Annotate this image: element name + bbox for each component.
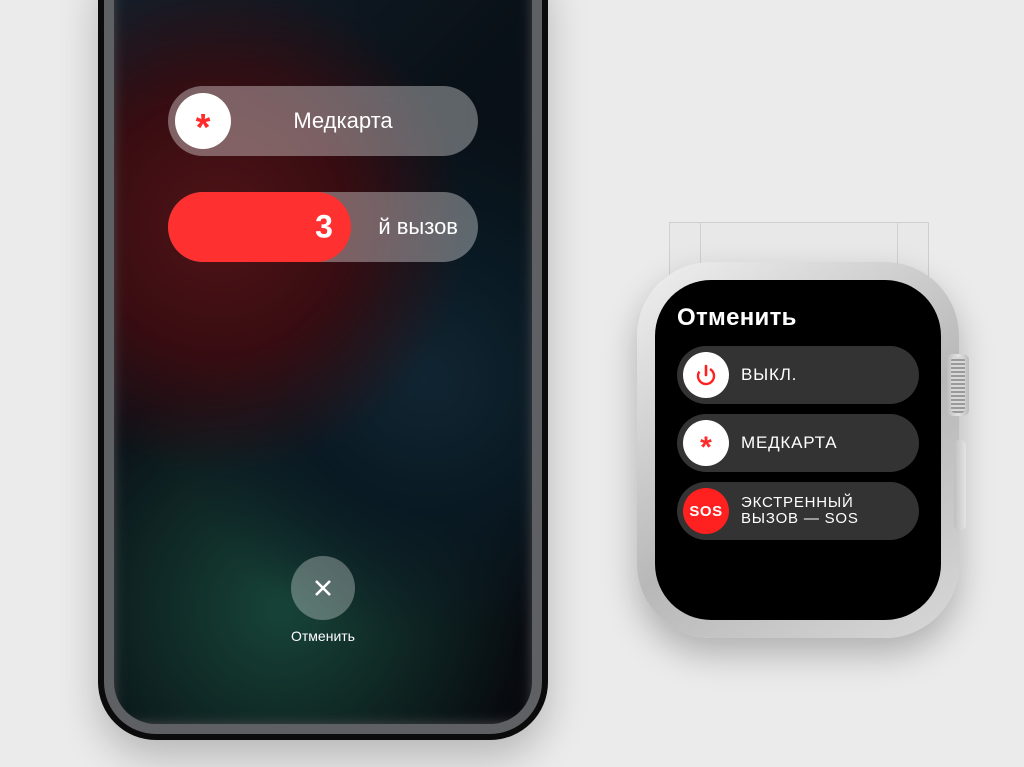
cancel-group: Отменить <box>114 556 532 644</box>
cancel-label: Отменить <box>291 628 355 644</box>
medical-id-slider[interactable]: * Медкарта <box>168 86 478 156</box>
sos-countdown-fill: 3 <box>168 192 351 262</box>
power-icon <box>683 352 729 398</box>
cancel-button[interactable] <box>291 556 355 620</box>
apple-watch-device: Отменить ВЫКЛ. * МЕДКАРТА <box>613 262 983 638</box>
iphone-device: * Медкарта 3 й вызов Отменить <box>98 0 548 740</box>
digital-crown[interactable] <box>947 354 969 416</box>
sos-remaining-label: й вызов <box>378 214 458 240</box>
sos-countdown-number: 3 <box>315 209 333 246</box>
watch-medical-id-slider[interactable]: * МЕДКАРТА <box>677 414 919 472</box>
watch-sos-slider[interactable]: SOS ЭКСТРЕННЫЙ ВЫЗОВ — SOS <box>677 482 919 540</box>
watch-screen: Отменить ВЫКЛ. * МЕДКАРТА <box>655 280 941 620</box>
iphone-content: * Медкарта 3 й вызов Отменить <box>114 0 532 724</box>
sos-icon: SOS <box>683 488 729 534</box>
side-button[interactable] <box>954 440 966 530</box>
close-icon <box>311 576 335 600</box>
asterisk-icon: * <box>683 420 729 466</box>
emergency-sos-slider[interactable]: 3 й вызов <box>168 192 478 262</box>
asterisk-icon: * <box>175 93 231 149</box>
watch-cancel-title[interactable]: Отменить <box>677 304 919 332</box>
iphone-screen: * Медкарта 3 й вызов Отменить <box>114 0 532 724</box>
power-off-slider[interactable]: ВЫКЛ. <box>677 346 919 404</box>
watch-case: Отменить ВЫКЛ. * МЕДКАРТА <box>637 262 959 638</box>
